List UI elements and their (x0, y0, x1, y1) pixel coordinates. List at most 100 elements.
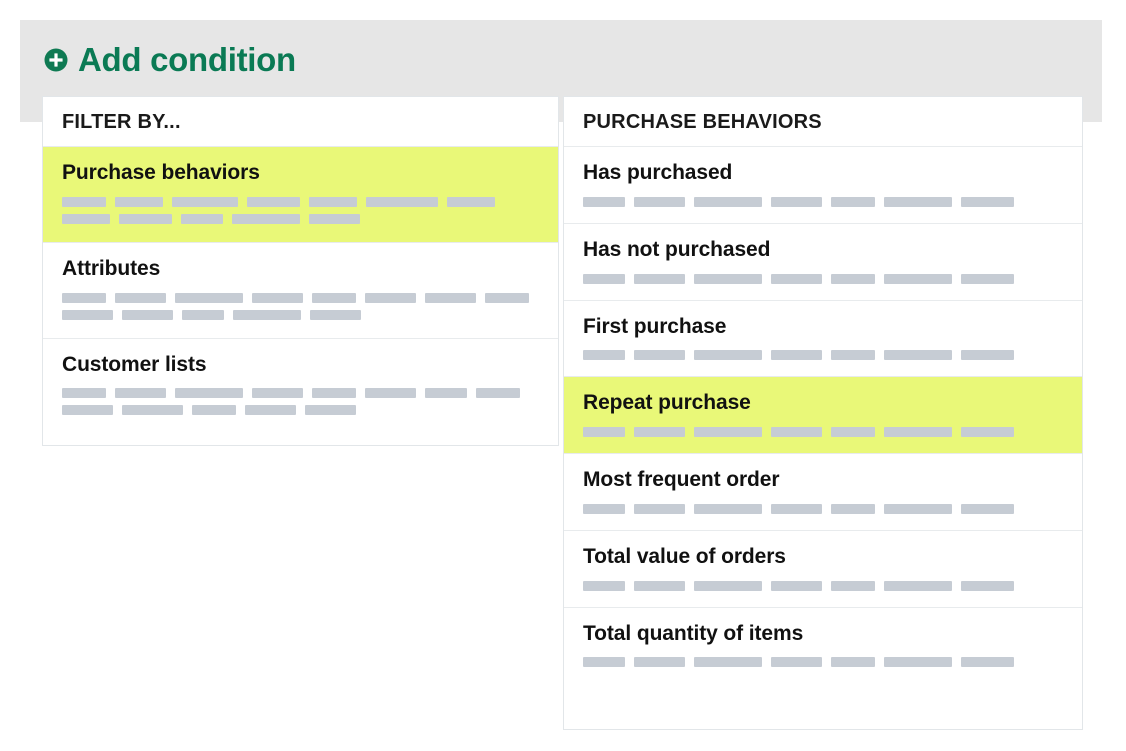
skeleton-bar (425, 292, 476, 303)
purchase-behaviors-panel: PURCHASE BEHAVIORS Has purchased Has not … (563, 96, 1083, 730)
skeleton-bar (831, 503, 875, 514)
skeleton-bar (961, 580, 1014, 591)
skeleton-bar (694, 503, 762, 514)
skeleton-line (62, 213, 539, 224)
list-item-label: Has not purchased (583, 237, 771, 261)
skeleton-bar (884, 273, 952, 284)
skeleton-line (583, 273, 1063, 284)
list-item[interactable]: Attributes (43, 242, 558, 339)
skeleton-bar (961, 427, 1014, 438)
skeleton-bar (62, 196, 106, 207)
skeleton-bar (961, 657, 1014, 668)
skeleton-bar (831, 273, 875, 284)
list-item[interactable]: Customer lists (43, 338, 558, 434)
list-item[interactable]: First purchase (564, 300, 1082, 378)
skeleton-line (62, 292, 539, 303)
skeleton-bar (634, 196, 685, 207)
skeleton-bar (309, 196, 357, 207)
skeleton-bar (310, 309, 361, 320)
skeleton-bar (233, 309, 301, 320)
skeleton-bar (245, 405, 296, 416)
list-item[interactable]: Most frequent order (564, 454, 1082, 531)
list-item[interactable]: Total quantity of items (564, 607, 1082, 684)
skeleton-bar (122, 405, 183, 416)
list-item-label: Total quantity of items (583, 621, 804, 645)
skeleton-bar (694, 657, 762, 668)
skeleton-bar (305, 405, 356, 416)
skeleton-bar (831, 427, 875, 438)
skeleton-line (583, 657, 1063, 668)
skeleton-bar (119, 213, 172, 224)
skeleton-line (62, 388, 539, 399)
skeleton-bar (771, 273, 822, 284)
skeleton-bar (831, 196, 875, 207)
skeleton-bar (694, 580, 762, 591)
skeleton-bar (771, 657, 822, 668)
skeleton-bar (365, 388, 416, 399)
skeleton-bar (634, 657, 685, 668)
list-item[interactable]: Total value of orders (564, 530, 1082, 608)
list-item[interactable]: Has purchased (564, 147, 1082, 224)
list-item-label: Customer lists (62, 352, 207, 376)
skeleton-bar (583, 273, 625, 284)
skeleton-bar (583, 427, 625, 438)
skeleton-line (583, 427, 1063, 438)
add-condition-label: Add condition (78, 41, 296, 78)
skeleton-bar (62, 213, 110, 224)
skeleton-line (62, 405, 539, 416)
skeleton-bar (634, 580, 685, 591)
skeleton-bar (175, 388, 243, 399)
skeleton-bar (831, 580, 875, 591)
list-item-label: Attributes (62, 256, 161, 280)
list-item[interactable]: Purchase behaviors (43, 147, 558, 243)
skeleton-line (62, 309, 539, 320)
skeleton-bar (884, 196, 952, 207)
skeleton-bar (634, 427, 685, 438)
skeleton-bar (485, 292, 529, 303)
skeleton-bar (583, 350, 625, 361)
skeleton-bar (181, 213, 223, 224)
list-item[interactable]: Has not purchased (564, 223, 1082, 301)
skeleton-bar (694, 273, 762, 284)
skeleton-bar (447, 196, 495, 207)
skeleton-bar (961, 273, 1014, 284)
list-item-label: Most frequent order (583, 468, 780, 492)
skeleton-bar (182, 309, 224, 320)
skeleton-bar (425, 388, 467, 399)
skeleton-line (583, 350, 1063, 361)
skeleton-bar (884, 427, 952, 438)
skeleton-bar (831, 350, 875, 361)
skeleton-bar (634, 350, 685, 361)
skeleton-bar (476, 388, 520, 399)
skeleton-bar (884, 657, 952, 668)
skeleton-line (583, 196, 1063, 207)
filter-by-panel-title: FILTER BY... (62, 110, 181, 133)
skeleton-bar (961, 196, 1014, 207)
skeleton-bar (115, 196, 163, 207)
skeleton-bar (62, 405, 113, 416)
skeleton-line (583, 580, 1063, 591)
list-item[interactable]: Repeat purchase (564, 377, 1082, 455)
purchase-behaviors-list: Has purchased Has not purchased First purc… (564, 147, 1082, 684)
purchase-behaviors-panel-header: PURCHASE BEHAVIORS (564, 97, 1082, 147)
skeleton-bar (366, 196, 438, 207)
skeleton-bar (115, 388, 166, 399)
skeleton-bar (583, 196, 625, 207)
skeleton-bar (694, 196, 762, 207)
skeleton-bar (175, 292, 243, 303)
skeleton-bar (312, 388, 356, 399)
skeleton-bar (771, 427, 822, 438)
skeleton-bar (247, 196, 300, 207)
skeleton-bar (771, 350, 822, 361)
skeleton-bar (961, 350, 1014, 361)
filter-by-list: Purchase behaviors Attributes Customer lis… (43, 147, 558, 434)
skeleton-bar (771, 503, 822, 514)
skeleton-bar (583, 580, 625, 591)
skeleton-line (583, 503, 1063, 514)
skeleton-line (62, 196, 539, 207)
skeleton-bar (172, 196, 238, 207)
list-item-label: First purchase (583, 314, 727, 338)
skeleton-bar (634, 503, 685, 514)
skeleton-bar (694, 350, 762, 361)
add-condition-button[interactable]: Add condition (44, 43, 296, 76)
